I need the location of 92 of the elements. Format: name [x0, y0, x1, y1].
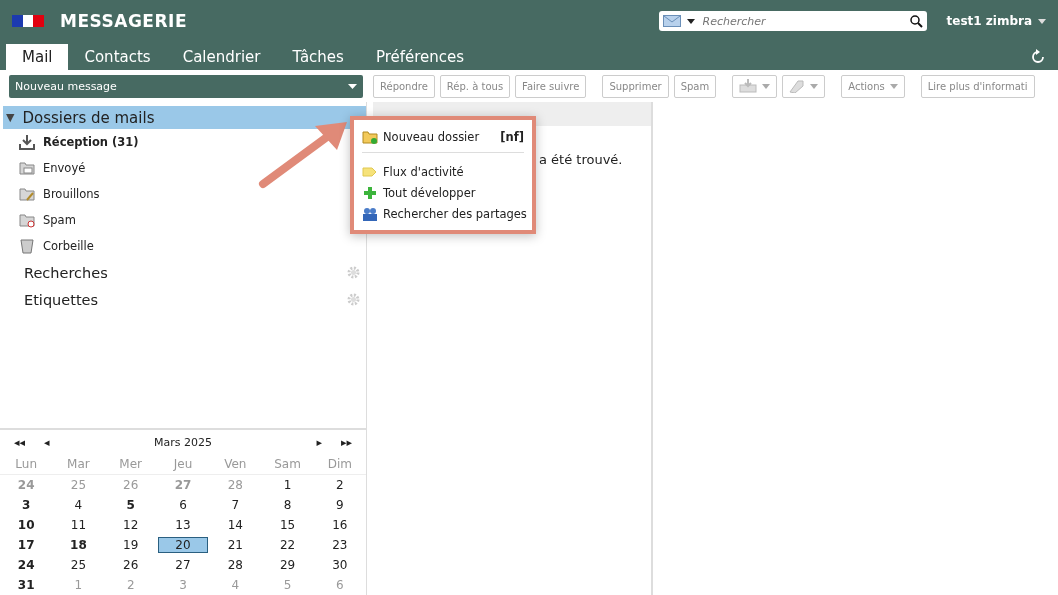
menu-item[interactable]: Flux d'activité [354, 161, 532, 182]
toolbar-button[interactable]: Spam [673, 74, 717, 98]
move-button[interactable] [732, 74, 778, 98]
calendar-day[interactable]: 18 [68, 538, 89, 552]
weekday-label: Ven [223, 457, 248, 471]
flag-logo-icon [12, 15, 44, 27]
calendar-day[interactable]: 4 [68, 498, 89, 512]
tab[interactable]: Contacts [68, 44, 167, 70]
section-title[interactable]: Etiquettes [24, 291, 99, 308]
folders-header[interactable]: ▼ Dossiers de mails [3, 106, 366, 129]
weekday-label: Dim [326, 457, 353, 471]
calendar-day[interactable]: 27 [173, 558, 193, 572]
refresh-icon[interactable] [1030, 49, 1046, 65]
menu-icon [362, 164, 378, 179]
calendar-day[interactable]: 10 [16, 518, 37, 532]
folder-item[interactable]: Envoyé [43, 161, 86, 175]
caret-icon [889, 83, 898, 89]
weekday-label: Jeu [172, 457, 194, 471]
menu-item[interactable]: Tout développer [354, 182, 532, 203]
previous-year-button[interactable]: ◂◂ [14, 435, 44, 449]
section-title[interactable]: Recherches [24, 264, 108, 281]
calendar-day[interactable]: 15 [277, 518, 298, 532]
envelope-icon[interactable] [662, 15, 681, 27]
calendar-day[interactable]: 8 [277, 498, 298, 512]
menu-item[interactable]: Nouveau dossier [nf] [354, 126, 532, 147]
new-message-button[interactable]: Nouveau message [9, 74, 363, 98]
menu-icon [362, 185, 378, 200]
calendar-day[interactable]: 22 [277, 538, 298, 552]
caret-icon [810, 83, 819, 89]
calendar-day[interactable]: 17 [16, 538, 37, 552]
folder-item[interactable]: Corbeille [43, 239, 94, 253]
calendar-month: Mars 2025 [153, 435, 213, 449]
folder-item[interactable]: Réception (31) [43, 135, 139, 149]
folder-item[interactable]: Spam [43, 213, 76, 227]
calendar-day[interactable]: 26 [120, 558, 141, 572]
tag-icon [789, 79, 806, 93]
caret-icon [348, 83, 357, 89]
search-icon[interactable] [909, 14, 923, 28]
menu-icon [362, 129, 378, 144]
next-month-button[interactable]: ▸ [292, 435, 322, 449]
tab[interactable]: Mail [6, 44, 69, 70]
calendar-day[interactable]: 28 [225, 558, 246, 572]
tab[interactable]: Calendrier [166, 44, 277, 70]
tag-button[interactable] [782, 74, 826, 98]
app-title: MESSAGERIE [60, 11, 187, 31]
user-menu-button[interactable]: test1 zimbra [946, 14, 1046, 28]
calendar-day[interactable]: 25 [68, 558, 89, 572]
calendar-day[interactable]: 16 [329, 518, 350, 532]
tab[interactable]: Préférences [359, 44, 481, 70]
calendar-day[interactable]: 1 [277, 478, 298, 492]
calendar-day[interactable]: 24 [16, 558, 37, 572]
toolbar-button[interactable]: Lire plus d'informati [920, 74, 1035, 98]
calendar-day[interactable]: 9 [329, 498, 350, 512]
calendar-day[interactable]: 30 [329, 558, 350, 572]
calendar-day[interactable]: 7 [225, 498, 246, 512]
menu-icon [362, 206, 378, 221]
folders-title: Dossiers de mails [22, 108, 155, 127]
expand-icon[interactable]: ▼ [6, 111, 15, 124]
toolbar-button[interactable]: Faire suivre [515, 74, 587, 98]
previous-month-button[interactable]: ◂ [44, 435, 74, 449]
toolbar-button[interactable]: Supprimer [602, 74, 669, 98]
actions-button[interactable]: Actions [841, 74, 905, 98]
caret-icon[interactable] [686, 18, 695, 24]
calendar-day[interactable]: 31 [16, 578, 37, 592]
weekday-label: Mar [66, 457, 91, 471]
calendar-day[interactable]: 2 [329, 478, 350, 492]
calendar-day[interactable]: 20 [158, 537, 208, 553]
folder-item[interactable]: Brouillons [43, 187, 100, 201]
calendar-day[interactable]: 14 [225, 518, 246, 532]
weekday-label: Mer [118, 457, 144, 471]
tray-icon [739, 79, 758, 93]
calendar-day[interactable]: 13 [173, 518, 193, 532]
caret-icon [762, 83, 771, 89]
calendar-day[interactable]: 3 [16, 498, 37, 512]
caret-icon [1038, 18, 1046, 24]
calendar-day[interactable]: 29 [277, 558, 298, 572]
calendar-day[interactable]: 21 [225, 538, 246, 552]
toolbar-button[interactable]: Répondre [373, 74, 435, 98]
toolbar-button[interactable]: Rép. à tous [439, 74, 511, 98]
calendar-day[interactable]: 19 [120, 538, 141, 552]
empty-message: a été trouvé. [539, 152, 623, 167]
next-year-button[interactable]: ▸▸ [322, 435, 352, 449]
search-field[interactable]: Rechercher [658, 11, 927, 31]
calendar-day[interactable]: 11 [68, 518, 89, 532]
calendar-day[interactable]: 23 [329, 538, 350, 552]
calendar-day[interactable]: 6 [173, 498, 193, 512]
weekday-label: Lun [14, 457, 38, 471]
calendar-day[interactable]: 12 [120, 518, 141, 532]
menu-item[interactable]: Rechercher des partages [354, 203, 532, 224]
tab[interactable]: Tâches [276, 44, 360, 70]
weekday-label: Sam [273, 457, 302, 471]
calendar-day[interactable]: 5 [120, 498, 141, 512]
